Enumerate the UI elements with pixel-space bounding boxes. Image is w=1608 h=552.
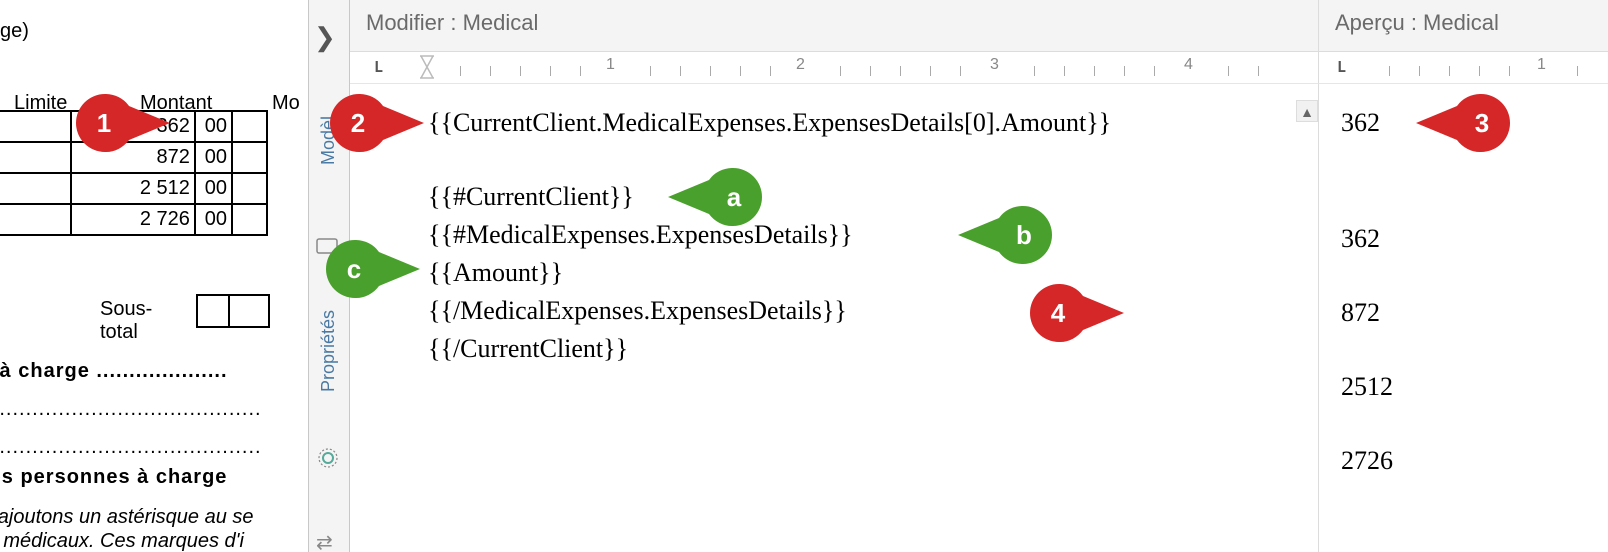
preview-value: 2512: [1341, 372, 1393, 402]
preview-header: Aperçu : Medical: [1318, 0, 1608, 52]
preview-ruler[interactable]: L 1: [1318, 52, 1608, 84]
ruler-number: 1: [1537, 56, 1546, 74]
table-row: 87200: [0, 142, 267, 173]
bottom-toggle-icon[interactable]: ⇄: [316, 530, 333, 552]
template-line[interactable]: {{#CurrentClient}}: [428, 182, 634, 212]
ruler-number: 2: [796, 56, 805, 74]
scroll-up-button[interactable]: ▲: [1296, 100, 1318, 122]
truncated-age-text: ge): [0, 20, 29, 43]
template-line[interactable]: {{CurrentClient.MedicalExpenses.Expenses…: [428, 108, 1111, 138]
amount-cell[interactable]: 2 726: [71, 204, 195, 235]
amount-dec[interactable]: 00: [195, 204, 232, 235]
subtotal-cell[interactable]: [196, 294, 230, 328]
dots-line-2: ........................................…: [0, 436, 262, 458]
template-line[interactable]: {{#MedicalExpenses.ExpensesDetails}}: [428, 220, 853, 250]
editor-title: Modifier : Medical: [366, 10, 538, 35]
table-row: 36200: [0, 111, 267, 142]
preview-value: 362: [1341, 224, 1380, 254]
footnote-line-1: ous ajoutons un astérisque au se: [0, 506, 254, 529]
preview-value: 2726: [1341, 446, 1393, 476]
table-row: 2 51200: [0, 173, 267, 204]
amount-dec[interactable]: 00: [195, 142, 232, 173]
preview-value: 362: [1341, 108, 1380, 138]
amount-dec[interactable]: 00: [195, 111, 232, 142]
hourglass-icon[interactable]: [418, 54, 436, 85]
table-row: 2 72600: [0, 204, 267, 235]
ruler-origin-icon: L: [374, 58, 383, 76]
template-line[interactable]: {{/CurrentClient}}: [428, 334, 628, 364]
expand-chevron-icon[interactable]: ❯: [314, 22, 336, 53]
amount-dec[interactable]: 00: [195, 173, 232, 204]
template-line[interactable]: {{/MedicalExpenses.ExpensesDetails}}: [428, 296, 847, 326]
ruler-number: 3: [990, 56, 999, 74]
amounts-table: 36200 87200 2 51200 2 72600: [0, 110, 268, 236]
tab-models[interactable]: Modèl: [318, 116, 339, 165]
col-header-mo: Mo: [272, 92, 300, 115]
template-preview: 362 362 872 2512 2726: [1318, 84, 1608, 552]
ruler-number: 1: [606, 56, 615, 74]
amount-cell[interactable]: 362: [71, 111, 195, 142]
ruler-origin-icon: L: [1337, 58, 1346, 76]
ruler-number: 4: [1184, 56, 1193, 74]
amount-cell[interactable]: 872: [71, 142, 195, 173]
source-form-fragment: ge) Limite Montant Mo 36200 87200 2 5120…: [0, 0, 308, 552]
tab-properties[interactable]: Propriétés: [318, 310, 339, 392]
amount-cell[interactable]: 2 512: [71, 173, 195, 204]
footnote-line-2: frais médicaux. Ces marques d'i: [0, 530, 244, 552]
models-icon[interactable]: [316, 236, 338, 262]
line-nts-a-charge: nts à charge ....................: [0, 360, 228, 382]
editor-ruler[interactable]: L 1 2 3 4: [350, 52, 1318, 84]
preview-value: 872: [1341, 298, 1380, 328]
subtotal-cell-2[interactable]: [230, 294, 270, 328]
template-line[interactable]: {{Amount}}: [428, 258, 563, 288]
template-editor[interactable]: {{CurrentClient.MedicalExpenses.Expenses…: [350, 84, 1298, 552]
subtotal-label: Sous-total: [100, 298, 152, 344]
line-autres-personnes: utres personnes à charge: [0, 466, 227, 488]
properties-gear-icon[interactable]: [316, 446, 340, 476]
editor-header: Modifier : Medical: [350, 0, 1318, 52]
dots-line-1: ........................................…: [0, 398, 262, 420]
preview-title: Aperçu : Medical: [1335, 10, 1499, 35]
